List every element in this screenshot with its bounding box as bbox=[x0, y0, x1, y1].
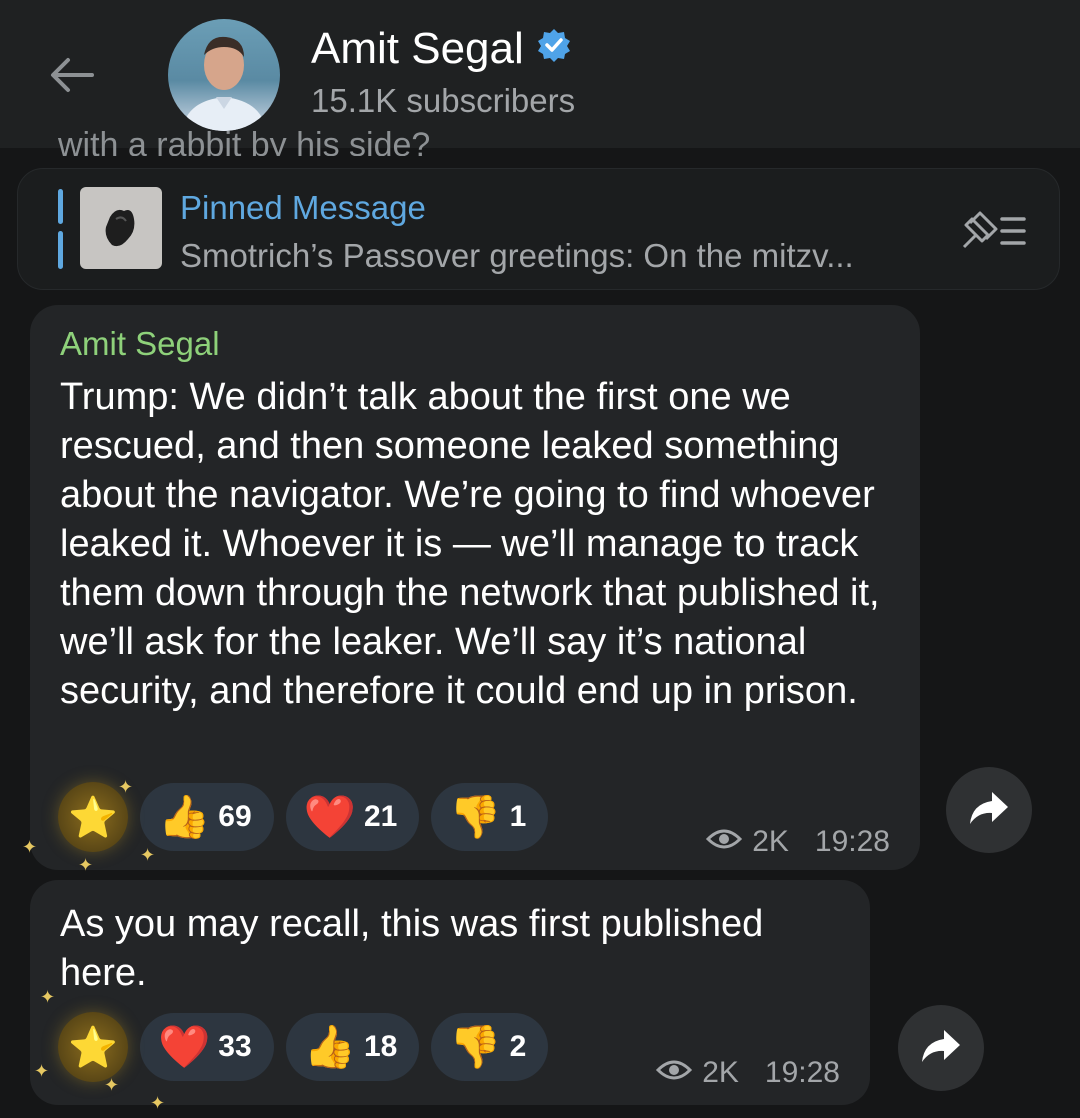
reaction-count: 2 bbox=[509, 1030, 527, 1063]
sparkle-icon: ✦ bbox=[22, 837, 38, 857]
star-icon: ⭐ bbox=[68, 1025, 118, 1070]
verified-badge-icon bbox=[536, 24, 572, 74]
share-button[interactable] bbox=[898, 1005, 984, 1091]
pinned-list-icon[interactable] bbox=[958, 209, 1028, 253]
sparkle-icon: ✦ bbox=[40, 987, 56, 1007]
thumbs-down-icon: 👎 bbox=[449, 793, 502, 840]
subscriber-count: 15.1K subscribers bbox=[311, 82, 576, 119]
star-icon: ⭐ bbox=[68, 795, 118, 840]
reaction-chip[interactable]: 👎 1 bbox=[431, 783, 549, 851]
message-sender: Amit Segal bbox=[60, 325, 220, 362]
pinned-label: Pinned Message bbox=[180, 189, 426, 226]
message-meta: 2K 19:28 bbox=[706, 825, 890, 859]
pinned-message-bar[interactable]: Pinned Message Smotrich’s Passover greet… bbox=[17, 168, 1060, 290]
sparkle-icon: ✦ bbox=[150, 1093, 166, 1113]
pinned-indicator bbox=[58, 231, 63, 269]
pinned-thumbnail bbox=[80, 187, 162, 269]
reaction-chip[interactable]: 👎 2 bbox=[431, 1013, 549, 1081]
eye-icon bbox=[656, 1056, 693, 1090]
message-bubble[interactable]: As you may recall, this was first publis… bbox=[30, 880, 870, 1105]
chat-header: Amit Segal 15.1K subscribers bbox=[0, 0, 1080, 148]
previous-message-text: with a rabbit by his side? bbox=[58, 128, 431, 156]
share-arrow-icon bbox=[920, 1028, 962, 1069]
sparkle-icon: ✦ bbox=[78, 855, 94, 875]
message-time: 19:28 bbox=[814, 825, 890, 858]
heart-icon: ❤️ bbox=[158, 1023, 211, 1070]
pinned-indicator bbox=[58, 189, 63, 224]
share-arrow-icon bbox=[968, 790, 1010, 831]
share-button[interactable] bbox=[946, 767, 1032, 853]
message-meta: 2K 19:28 bbox=[656, 1056, 840, 1090]
reaction-count: 18 bbox=[363, 1030, 398, 1063]
sparkle-icon: ✦ bbox=[104, 1075, 120, 1095]
reaction-count: 21 bbox=[363, 800, 398, 833]
message-time: 19:28 bbox=[764, 1056, 840, 1089]
reaction-count: 1 bbox=[509, 800, 527, 833]
message-bubble[interactable]: Amit Segal Trump: We didn’t talk about t… bbox=[30, 305, 920, 870]
reaction-chip[interactable]: ❤️ 21 bbox=[285, 783, 420, 851]
back-arrow-icon[interactable] bbox=[44, 50, 100, 100]
thumbs-down-icon: 👎 bbox=[449, 1023, 502, 1070]
sparkle-icon: ✦ bbox=[34, 1061, 50, 1081]
reaction-chip[interactable]: 👍 69 bbox=[140, 783, 274, 851]
reaction-count: 33 bbox=[218, 1030, 252, 1063]
channel-title[interactable]: Amit Segal bbox=[311, 24, 572, 74]
thumbs-up-icon: 👍 bbox=[158, 793, 211, 840]
reaction-count: 69 bbox=[218, 800, 252, 833]
reaction-chip[interactable]: ❤️ 33 bbox=[140, 1013, 274, 1081]
reactions-row: ⭐ ❤️ 33 👍 18 👎 2 bbox=[58, 1012, 549, 1082]
message-text: Trump: We didn’t talk about the first on… bbox=[60, 376, 880, 712]
channel-name: Amit Segal bbox=[311, 24, 524, 73]
star-reaction-button[interactable]: ⭐ bbox=[58, 1012, 128, 1082]
sparkle-icon: ✦ bbox=[140, 845, 156, 865]
channel-avatar[interactable] bbox=[168, 19, 280, 131]
heart-icon: ❤️ bbox=[303, 793, 356, 840]
message-text: As you may recall, this was first publis… bbox=[60, 903, 764, 994]
reaction-chip[interactable]: 👍 18 bbox=[285, 1013, 420, 1081]
eye-icon bbox=[706, 825, 743, 859]
thumbs-up-icon: 👍 bbox=[303, 1023, 356, 1070]
pinned-preview: Smotrich’s Passover greetings: On the mi… bbox=[180, 237, 854, 274]
view-count: 2K bbox=[702, 1056, 739, 1089]
view-count: 2K bbox=[752, 825, 789, 858]
sparkle-icon: ✦ bbox=[118, 777, 134, 797]
